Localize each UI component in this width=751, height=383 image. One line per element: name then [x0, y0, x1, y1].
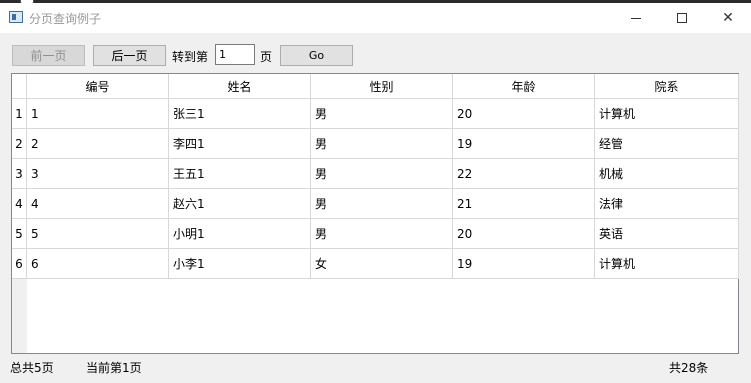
goto-label: 转到第: [172, 50, 209, 64]
table-cell[interactable]: 法律: [595, 189, 739, 219]
table-cell[interactable]: 3: [27, 159, 169, 189]
table-cell[interactable]: 小明1: [169, 219, 311, 249]
table-cell[interactable]: 5: [27, 219, 169, 249]
close-button[interactable]: ✕: [705, 3, 751, 33]
table-cell[interactable]: 2: [27, 129, 169, 159]
table-cell[interactable]: 张三1: [169, 99, 311, 129]
column-header[interactable]: 姓名: [169, 74, 311, 99]
row-header[interactable]: 6: [12, 249, 27, 279]
total-records-label: 共28条: [669, 361, 709, 375]
table-cell[interactable]: 22: [453, 159, 595, 189]
table-cell[interactable]: 男: [311, 219, 453, 249]
table-cell[interactable]: 20: [453, 219, 595, 249]
current-page-label: 当前第1页: [86, 361, 142, 375]
table-cell[interactable]: 计算机: [595, 99, 739, 129]
table-cell[interactable]: 男: [311, 189, 453, 219]
table-cell[interactable]: 21: [453, 189, 595, 219]
table-cell[interactable]: 19: [453, 249, 595, 279]
column-header[interactable]: 院系: [595, 74, 739, 99]
table-cell[interactable]: 20: [453, 99, 595, 129]
student-table[interactable]: 编号 姓名 性别 年龄 院系 1 1 张三1 男 20 计算机 2 2 李四1 男 19 经管 3 3 王五1 男 22 机…: [11, 73, 739, 354]
column-header[interactable]: 年龄: [453, 74, 595, 99]
maximize-button[interactable]: [659, 3, 705, 33]
prev-page-button[interactable]: 前一页: [12, 45, 85, 66]
page-number-input[interactable]: [215, 44, 255, 65]
next-page-button[interactable]: 后一页: [93, 45, 166, 66]
table-corner[interactable]: [12, 74, 27, 99]
page-suffix-label: 页: [260, 50, 273, 64]
row-header[interactable]: 4: [12, 189, 27, 219]
table-cell[interactable]: 王五1: [169, 159, 311, 189]
table-cell[interactable]: 机械: [595, 159, 739, 189]
table-cell[interactable]: 经管: [595, 129, 739, 159]
table-cell[interactable]: 4: [27, 189, 169, 219]
table-cell[interactable]: 男: [311, 159, 453, 189]
close-icon: ✕: [722, 10, 734, 26]
go-button[interactable]: Go: [280, 45, 353, 66]
row-header[interactable]: 2: [12, 129, 27, 159]
table-cell[interactable]: 小李1: [169, 249, 311, 279]
minimize-icon: [631, 17, 641, 19]
window-title: 分页查询例子: [29, 12, 102, 26]
table-cell[interactable]: 英语: [595, 219, 739, 249]
table-cell[interactable]: 赵六1: [169, 189, 311, 219]
table-cell[interactable]: 19: [453, 129, 595, 159]
table-cell[interactable]: 男: [311, 99, 453, 129]
row-header[interactable]: 5: [12, 219, 27, 249]
table-cell[interactable]: 女: [311, 249, 453, 279]
column-header[interactable]: 性别: [311, 74, 453, 99]
column-header[interactable]: 编号: [27, 74, 169, 99]
table-cell[interactable]: 6: [27, 249, 169, 279]
app-window-icon: [9, 11, 23, 23]
table-cell[interactable]: 1: [27, 99, 169, 129]
table-cell[interactable]: 李四1: [169, 129, 311, 159]
title-bar: 分页查询例子 ✕: [0, 3, 751, 33]
row-header[interactable]: 3: [12, 159, 27, 189]
table-cell[interactable]: 计算机: [595, 249, 739, 279]
total-pages-label: 总共5页: [10, 361, 54, 375]
row-header[interactable]: 1: [12, 99, 27, 129]
minimize-button[interactable]: [613, 3, 659, 33]
maximize-icon: [677, 13, 687, 23]
table-cell[interactable]: 男: [311, 129, 453, 159]
